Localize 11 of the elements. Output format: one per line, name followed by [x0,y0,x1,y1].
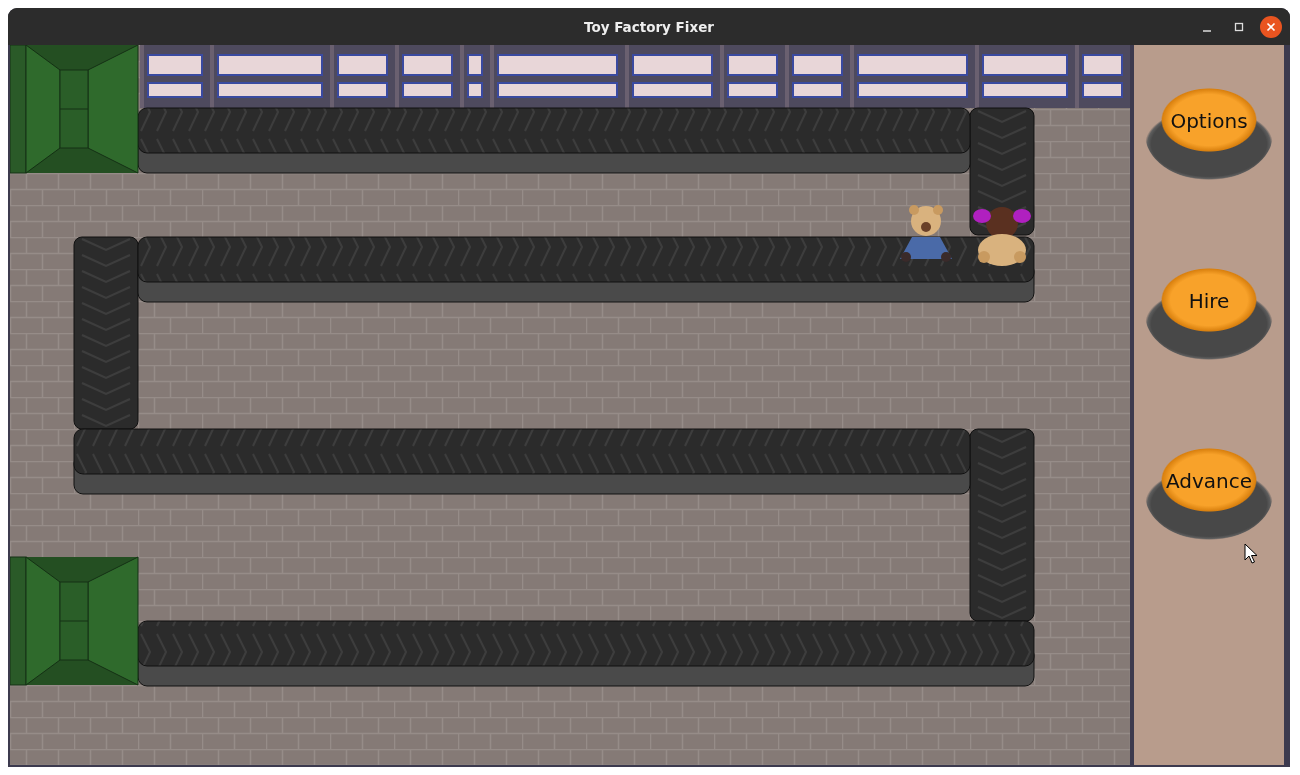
doll-drawing [973,207,1031,266]
close-icon [1266,22,1276,32]
teddy-bear-drawing [900,205,952,262]
window-title: Toy Factory Fixer [584,18,714,35]
game-button[interactable]: Options [1145,88,1273,180]
game-button[interactable]: Advance [1145,448,1273,540]
maximize-icon [1234,22,1244,32]
mouse-pointer-icon [1244,543,1258,565]
game-button[interactable]: Hire [1145,268,1273,360]
minimize-icon [1203,30,1211,32]
close-button[interactable] [1260,16,1282,38]
